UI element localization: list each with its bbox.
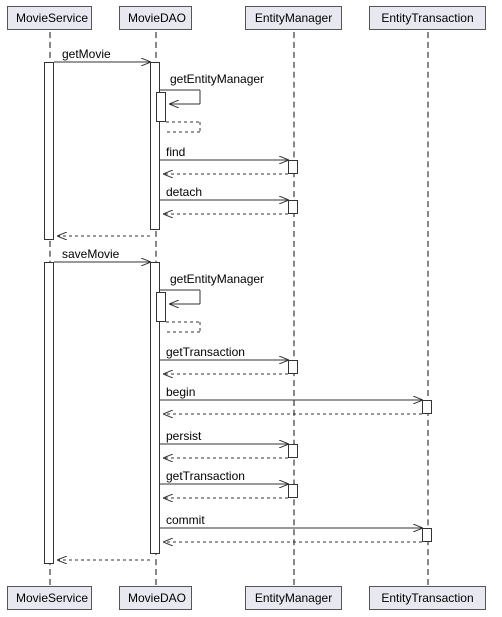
participant-movieservice-top: MovieService [7,6,92,30]
activation-movieservice-1 [44,62,54,240]
msg-gettransaction2: getTransaction [166,469,245,483]
activation-moviedao-2b [156,292,166,322]
msg-commit: commit [166,513,205,527]
activation-em-find [288,160,298,174]
participant-entitytransaction-top: EntityTransaction [369,6,486,30]
participant-moviedao-top: MovieDAO [119,6,192,30]
msg-getentitymanager2: getEntityManager [170,272,264,286]
msg-detach: detach [166,185,202,199]
activation-et-commit [422,528,432,542]
participant-entitytransaction-bot: EntityTransaction [369,586,486,610]
activation-em-gettx1 [288,360,298,374]
activation-moviedao-1 [150,62,160,230]
msg-gettransaction1: getTransaction [166,345,245,359]
participant-moviedao-bot: MovieDAO [119,586,192,610]
activation-et-begin [422,400,432,414]
lifeline-entitymanager [293,32,295,585]
activation-em-detach [288,200,298,214]
activation-movieservice-2 [44,262,54,564]
participant-entitymanager-top: EntityManager [245,6,342,30]
msg-persist: persist [166,429,201,443]
msg-savemovie: saveMovie [62,247,119,261]
sequence-diagram: MovieService MovieDAO EntityManager Enti… [0,0,502,617]
activation-em-gettx2 [288,484,298,498]
msg-find: find [166,145,185,159]
lifeline-entitytransaction [427,32,429,585]
msg-getentitymanager1: getEntityManager [170,72,264,86]
participant-entitymanager-bot: EntityManager [245,586,342,610]
msg-begin: begin [166,385,195,399]
msg-getmovie: getMovie [62,47,111,61]
participant-movieservice-bot: MovieService [7,586,92,610]
activation-em-persist [288,444,298,458]
activation-moviedao-1b [156,92,166,122]
